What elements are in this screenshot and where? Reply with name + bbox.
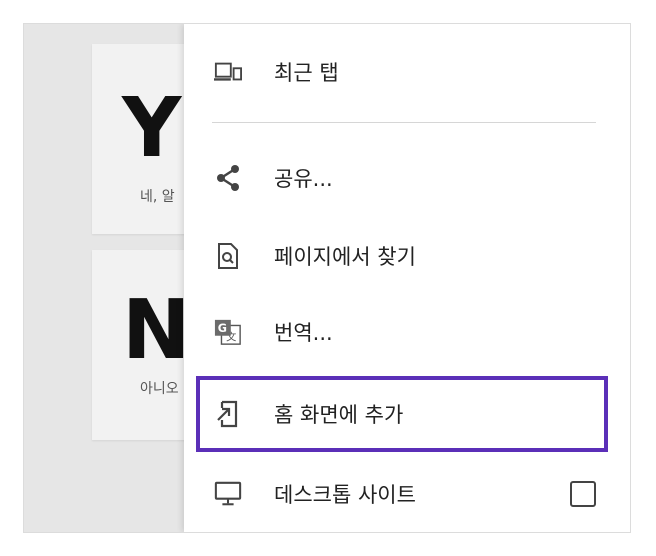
menu-divider (212, 122, 596, 123)
menu-item-label: 데스크톱 사이트 (274, 483, 416, 507)
devices-icon (214, 58, 242, 86)
menu-item-find-in-page[interactable]: 페이지에서 찾기 (184, 228, 630, 284)
desktop-site-checkbox[interactable] (570, 481, 596, 507)
find-in-page-icon (214, 242, 242, 270)
menu-item-add-to-home[interactable]: 홈 화면에 추가 (184, 386, 630, 442)
translate-icon: 文 G (214, 318, 242, 346)
card-big-letter: N (122, 283, 191, 378)
desktop-icon (214, 480, 242, 508)
menu-item-recent-tabs[interactable]: 최근 탭 (184, 44, 630, 100)
menu-item-label: 페이지에서 찾기 (274, 245, 416, 269)
overflow-menu: 최근 탭 공유... 페이지에서 찾기 文 G 번역... 홈 화면에 추가 데… (184, 24, 630, 532)
menu-item-label: 최근 탭 (274, 61, 339, 85)
menu-item-desktop-site[interactable]: 데스크톱 사이트 (184, 466, 630, 522)
screen-frame: Y 네, 알 N 아니오 최근 탭 공유... 페이지에서 찾기 文 G 번역.… (24, 24, 630, 532)
menu-item-label: 공유... (274, 167, 333, 191)
menu-item-share[interactable]: 공유... (184, 150, 630, 206)
share-icon (214, 164, 242, 192)
menu-item-label: 번역... (274, 321, 333, 345)
card-caption: 네, 알 (140, 189, 175, 205)
menu-item-translate[interactable]: 文 G 번역... (184, 304, 630, 360)
card-big-letter: Y (122, 81, 182, 176)
card-caption: 아니오 (140, 381, 179, 397)
menu-item-label: 홈 화면에 추가 (274, 403, 404, 427)
svg-text:G: G (218, 322, 227, 335)
add-to-home-icon (214, 400, 242, 428)
